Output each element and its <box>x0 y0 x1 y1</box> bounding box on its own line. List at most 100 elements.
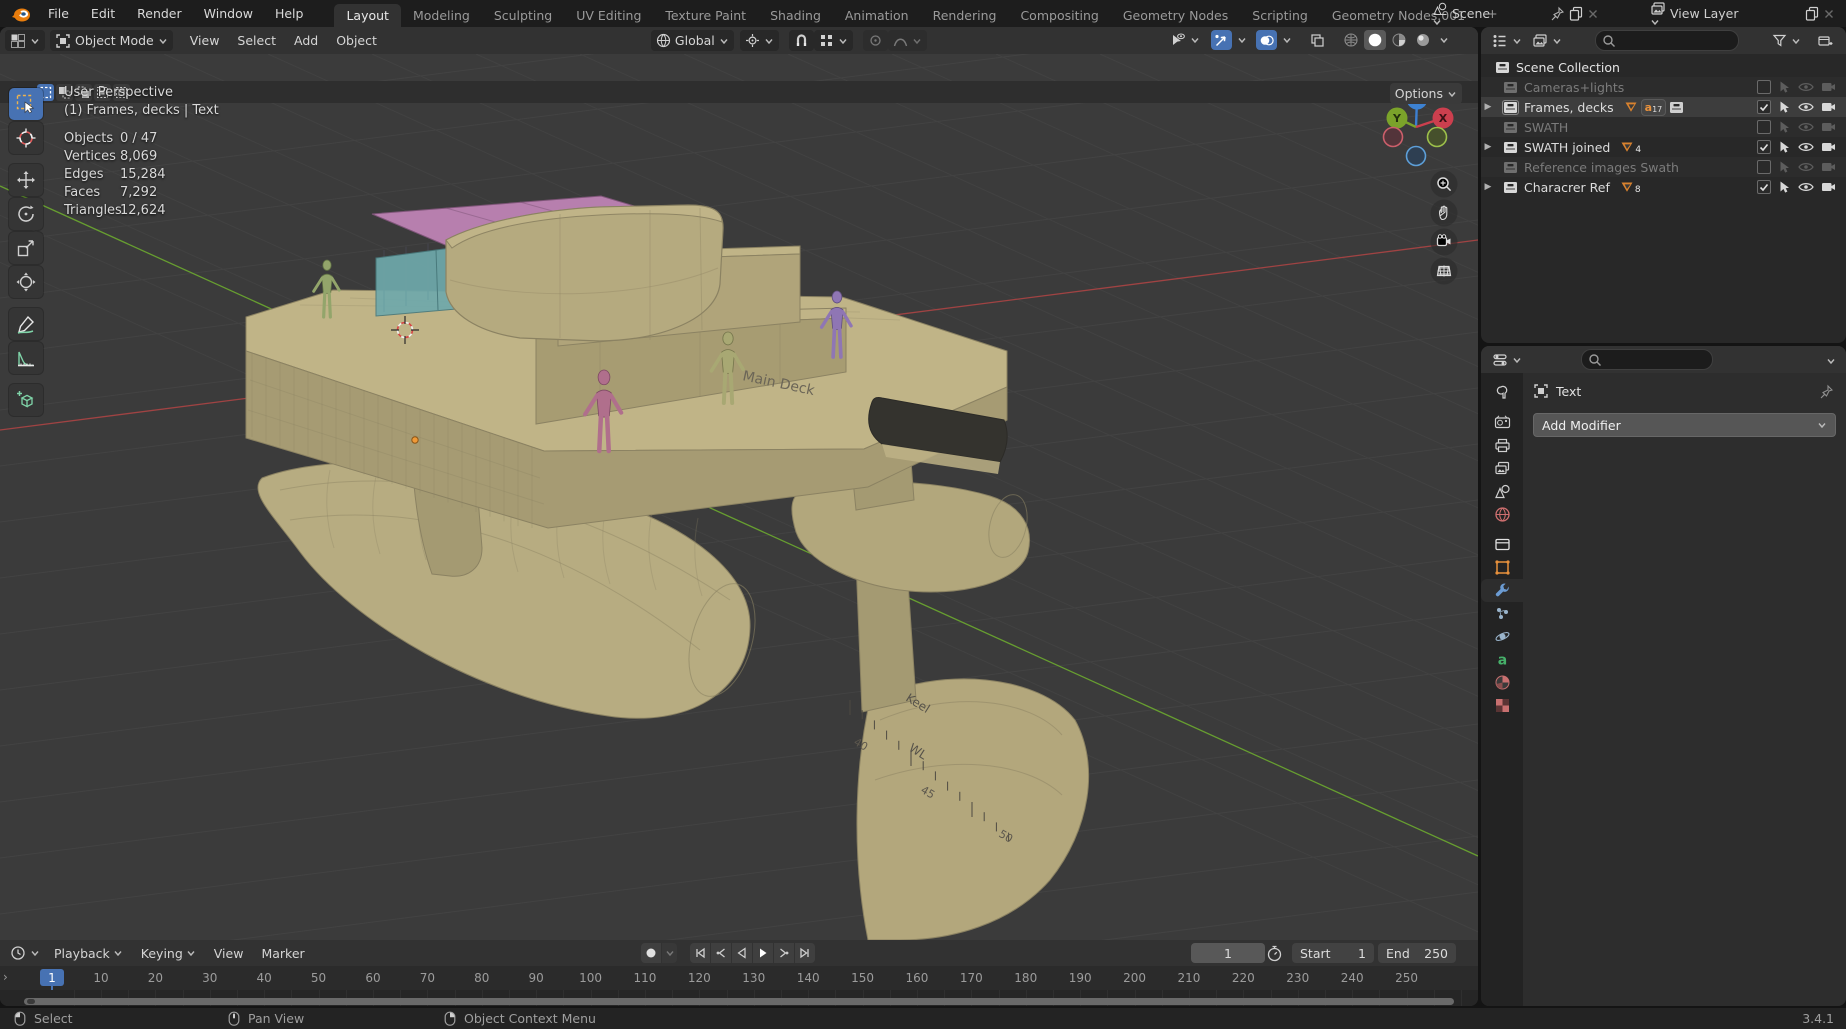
properties-tab-render[interactable] <box>1481 411 1523 434</box>
render-camera-icon[interactable] <box>1821 81 1836 93</box>
outliner-search-input[interactable] <box>1620 32 1724 49</box>
orientation-dropdown[interactable]: Global <box>651 30 734 51</box>
collection-checkbox[interactable] <box>1757 140 1771 154</box>
menu-edit[interactable]: Edit <box>80 0 126 27</box>
options-button[interactable]: Options <box>1390 83 1462 104</box>
end-frame-field[interactable]: End 250 <box>1378 943 1456 963</box>
outliner-row-characrer-ref[interactable]: ▶Characrer Ref8 <box>1481 177 1846 197</box>
properties-tab-particles[interactable] <box>1481 602 1523 625</box>
nav-camera-view-button[interactable] <box>1431 229 1458 256</box>
render-camera-icon[interactable] <box>1821 101 1836 113</box>
properties-tab-scene[interactable] <box>1481 480 1523 503</box>
shading-wireframe-button[interactable] <box>1340 30 1362 50</box>
outliner-editor-type-button[interactable] <box>1487 30 1527 51</box>
outliner-item-name[interactable]: SWATH <box>1524 120 1568 135</box>
gizmo-x-neg-axis[interactable] <box>1384 128 1403 147</box>
view-layer-name[interactable]: View Layer <box>1670 6 1739 21</box>
menu-window[interactable]: Window <box>193 0 264 27</box>
viewport-canvas[interactable]: 404550KeelWLMain Deck Z Y X ‹ Options <box>0 54 1478 940</box>
scene-name[interactable]: Scene <box>1452 6 1490 21</box>
current-frame-indicator[interactable]: 1 <box>40 969 64 986</box>
workspace-tab-scripting[interactable]: Scripting <box>1240 4 1320 27</box>
annotate-tool[interactable] <box>9 308 43 340</box>
menu-render[interactable]: Render <box>126 0 193 27</box>
editor-type-button[interactable] <box>5 30 45 51</box>
gizmo-z-neg-axis[interactable] <box>1407 147 1426 166</box>
outliner-display-mode-dropdown[interactable] <box>1527 30 1567 51</box>
render-camera-icon[interactable] <box>1821 141 1836 153</box>
workspace-tab-layout[interactable]: Layout <box>334 4 401 27</box>
outliner-item-name[interactable]: Cameras+lights <box>1524 80 1624 95</box>
workspace-tab-shading[interactable]: Shading <box>758 4 833 27</box>
timeline-menu-playback[interactable]: Playback <box>45 946 132 961</box>
cursor-tool[interactable] <box>9 122 43 154</box>
outliner-item-name[interactable]: Frames, decks <box>1524 100 1614 115</box>
nav-pan-button[interactable] <box>1431 200 1458 227</box>
menu-help[interactable]: Help <box>264 0 315 27</box>
move-tool[interactable] <box>9 164 43 196</box>
outliner-item-name[interactable]: Characrer Ref <box>1524 180 1610 195</box>
workspace-tab-rendering[interactable]: Rendering <box>921 4 1009 27</box>
properties-tab-collection[interactable] <box>1481 533 1523 556</box>
render-camera-icon[interactable] <box>1821 161 1836 173</box>
timeline-menu-keying[interactable]: Keying <box>132 946 205 961</box>
copy-view-layer-icon[interactable] <box>1805 6 1819 21</box>
timeline-ruler[interactable]: 1020304050607080901001101201301401501601… <box>0 966 1478 990</box>
shading-rendered-button[interactable] <box>1412 30 1434 50</box>
rotate-tool[interactable] <box>9 198 43 230</box>
outliner-row-frames-decks[interactable]: ▶Frames, decksa17 <box>1481 97 1846 117</box>
timeline-collapse-chevron[interactable]: › <box>3 970 8 984</box>
add-modifier-button[interactable]: Add Modifier <box>1533 413 1836 437</box>
stopwatch-icon[interactable] <box>1266 945 1283 962</box>
mode-dropdown[interactable]: Object Mode <box>50 30 173 51</box>
properties-tab-tool[interactable] <box>1481 381 1523 404</box>
auto-key-dropdown[interactable] <box>662 943 677 963</box>
workspace-tab-texture-paint[interactable]: Texture Paint <box>653 4 758 27</box>
timeline-frames-area[interactable] <box>0 990 1478 1006</box>
timeline-scrollbar[interactable] <box>24 998 1454 1005</box>
visibility-eye-icon[interactable] <box>1798 101 1814 113</box>
workspace-tab-animation[interactable]: Animation <box>833 4 921 27</box>
transform-tool[interactable] <box>9 266 43 298</box>
menu-file[interactable]: File <box>37 0 80 27</box>
workspace-tab-uv-editing[interactable]: UV Editing <box>564 4 653 27</box>
copy-scene-icon[interactable] <box>1569 6 1583 21</box>
properties-search-input[interactable] <box>1606 351 1700 368</box>
viewport-menu-add[interactable]: Add <box>285 33 327 48</box>
show-overlays-toggle[interactable] <box>1256 30 1277 50</box>
render-camera-icon[interactable] <box>1821 121 1836 133</box>
timeline-menu-view[interactable]: View <box>205 946 253 961</box>
snap-toggle[interactable] <box>789 30 814 51</box>
selectable-toggle-icon[interactable] <box>1778 160 1791 174</box>
expand-arrow-icon[interactable]: ▶ <box>1481 142 1495 152</box>
render-camera-icon[interactable] <box>1821 181 1836 193</box>
jump-to-end-button[interactable] <box>795 943 815 963</box>
timeline-menu-marker[interactable]: Marker <box>252 946 313 961</box>
properties-tab-output[interactable] <box>1481 434 1523 457</box>
collection-checkbox[interactable] <box>1757 80 1771 94</box>
outliner-row-swath[interactable]: SWATH <box>1481 117 1846 137</box>
properties-tab-object-data[interactable]: a <box>1481 648 1523 671</box>
properties-tab-view-layer[interactable] <box>1481 457 1523 480</box>
object-type-visibility-dropdown[interactable] <box>1167 30 1203 50</box>
workspace-tab-compositing[interactable]: Compositing <box>1008 4 1110 27</box>
outliner-row-swath-joined[interactable]: ▶SWATH joined4 <box>1481 137 1846 157</box>
collection-checkbox[interactable] <box>1757 160 1771 174</box>
outliner-filter-dropdown[interactable] <box>1767 30 1806 51</box>
scale-tool[interactable] <box>9 232 43 264</box>
outliner-item-name[interactable]: SWATH joined <box>1524 140 1610 155</box>
outliner-row-cameras-lights[interactable]: Cameras+lights <box>1481 77 1846 97</box>
properties-tab-object[interactable] <box>1481 556 1523 579</box>
current-frame-field[interactable]: 1 <box>1191 943 1265 963</box>
shading-dropdown[interactable] <box>1436 30 1452 50</box>
properties-editor-type-button[interactable] <box>1487 349 1527 370</box>
visibility-eye-icon[interactable] <box>1798 181 1814 193</box>
collection-checkbox[interactable] <box>1757 100 1771 114</box>
expand-arrow-icon[interactable]: ▶ <box>1481 182 1495 192</box>
snap-with-dropdown[interactable] <box>814 30 853 51</box>
jump-to-start-button[interactable] <box>690 943 710 963</box>
shading-solid-button[interactable] <box>1364 30 1386 50</box>
viewport-menu-select[interactable]: Select <box>228 33 285 48</box>
shading-material-preview-button[interactable] <box>1388 30 1410 50</box>
pivot-dropdown[interactable] <box>740 30 779 51</box>
